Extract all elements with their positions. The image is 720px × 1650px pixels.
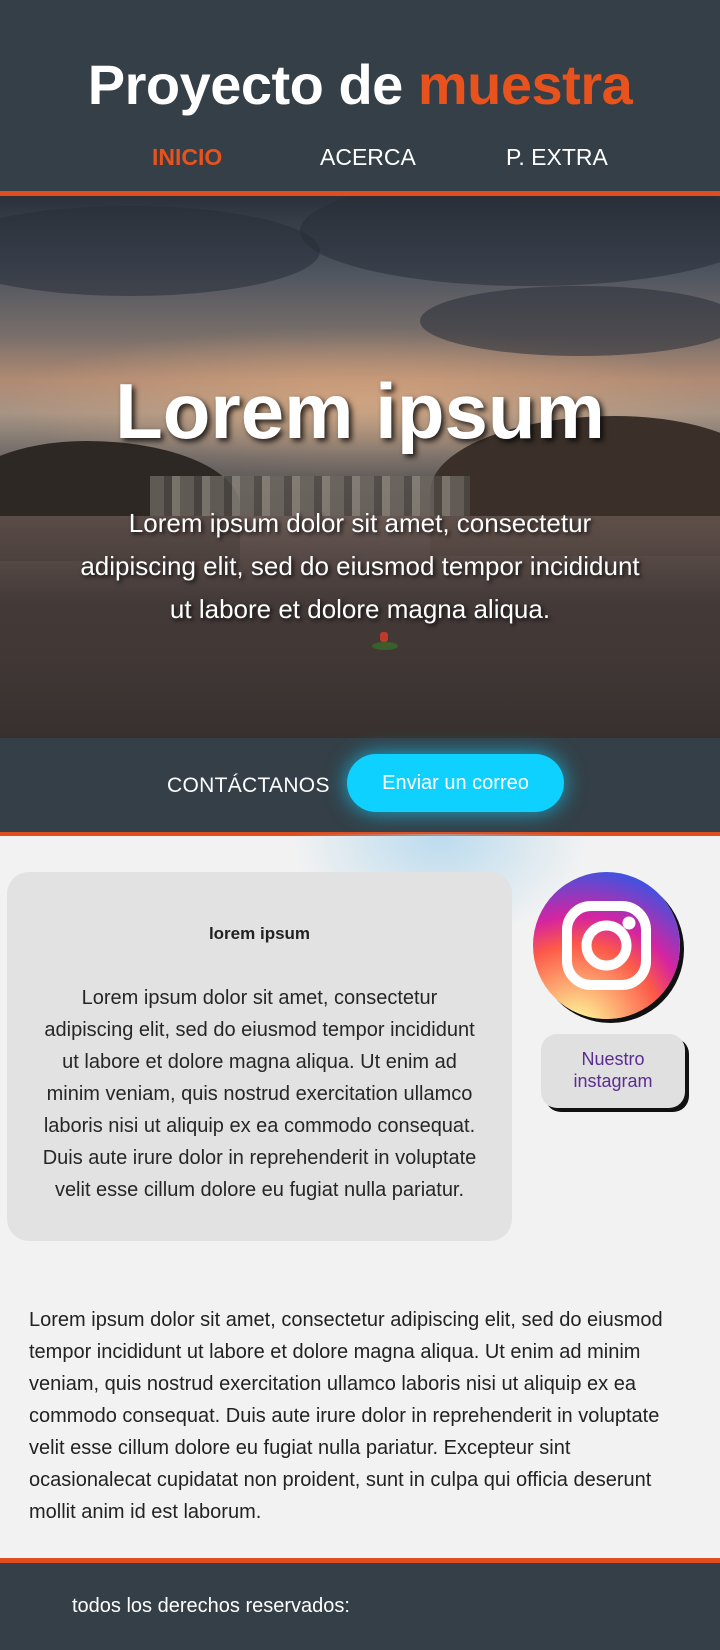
hero-banner: Lorem ipsum Lorem ipsum dolor sit amet, … [0,196,720,738]
instagram-button[interactable]: Nuestro instagram [541,1034,685,1108]
main-nav: INICIO ACERCA P. EXTRA [0,144,720,180]
contact-label: CONTÁCTANOS [167,774,330,797]
info-card: lorem ipsum Lorem ipsum dolor sit amet, … [7,872,512,1241]
main-paragraph: Lorem ipsum dolor sit amet, consectetur … [29,1309,663,1523]
instagram-icon[interactable] [533,872,680,1019]
site-title: Proyecto de muestra [0,52,720,117]
hero-cloud [300,196,720,286]
card-text: Lorem ipsum dolor sit amet, consectetur … [42,987,477,1201]
hero-title: Lorem ipsum [115,367,605,455]
send-email-button[interactable]: Enviar un correo [347,754,564,812]
site-title-main: Proyecto de [87,53,404,116]
instagram-button-line1: Nuestro [581,1049,645,1069]
hero-cloud [420,286,720,356]
site-footer: todos los derechos reservados: [0,1558,720,1650]
hero-kayak [372,642,398,650]
instagram-glyph-icon [562,901,651,990]
contact-bar: CONTÁCTANOS Enviar un correo [0,738,720,836]
nav-item-acerca[interactable]: ACERCA [320,144,416,171]
site-header: Proyecto de muestra INICIO ACERCA P. EXT… [0,0,720,196]
hero-kayaker [380,632,388,642]
nav-item-p-extra[interactable]: P. EXTRA [506,144,608,171]
footer-text: todos los derechos reservados: [72,1595,350,1617]
site-title-accent: muestra [417,53,633,116]
hero-text: Lorem ipsum dolor sit amet, consectetur … [80,508,640,624]
instagram-button-line2: instagram [573,1071,653,1091]
hero-cloud [0,206,320,296]
nav-item-inicio[interactable]: INICIO [152,144,222,171]
card-title: lorem ipsum [208,924,311,943]
